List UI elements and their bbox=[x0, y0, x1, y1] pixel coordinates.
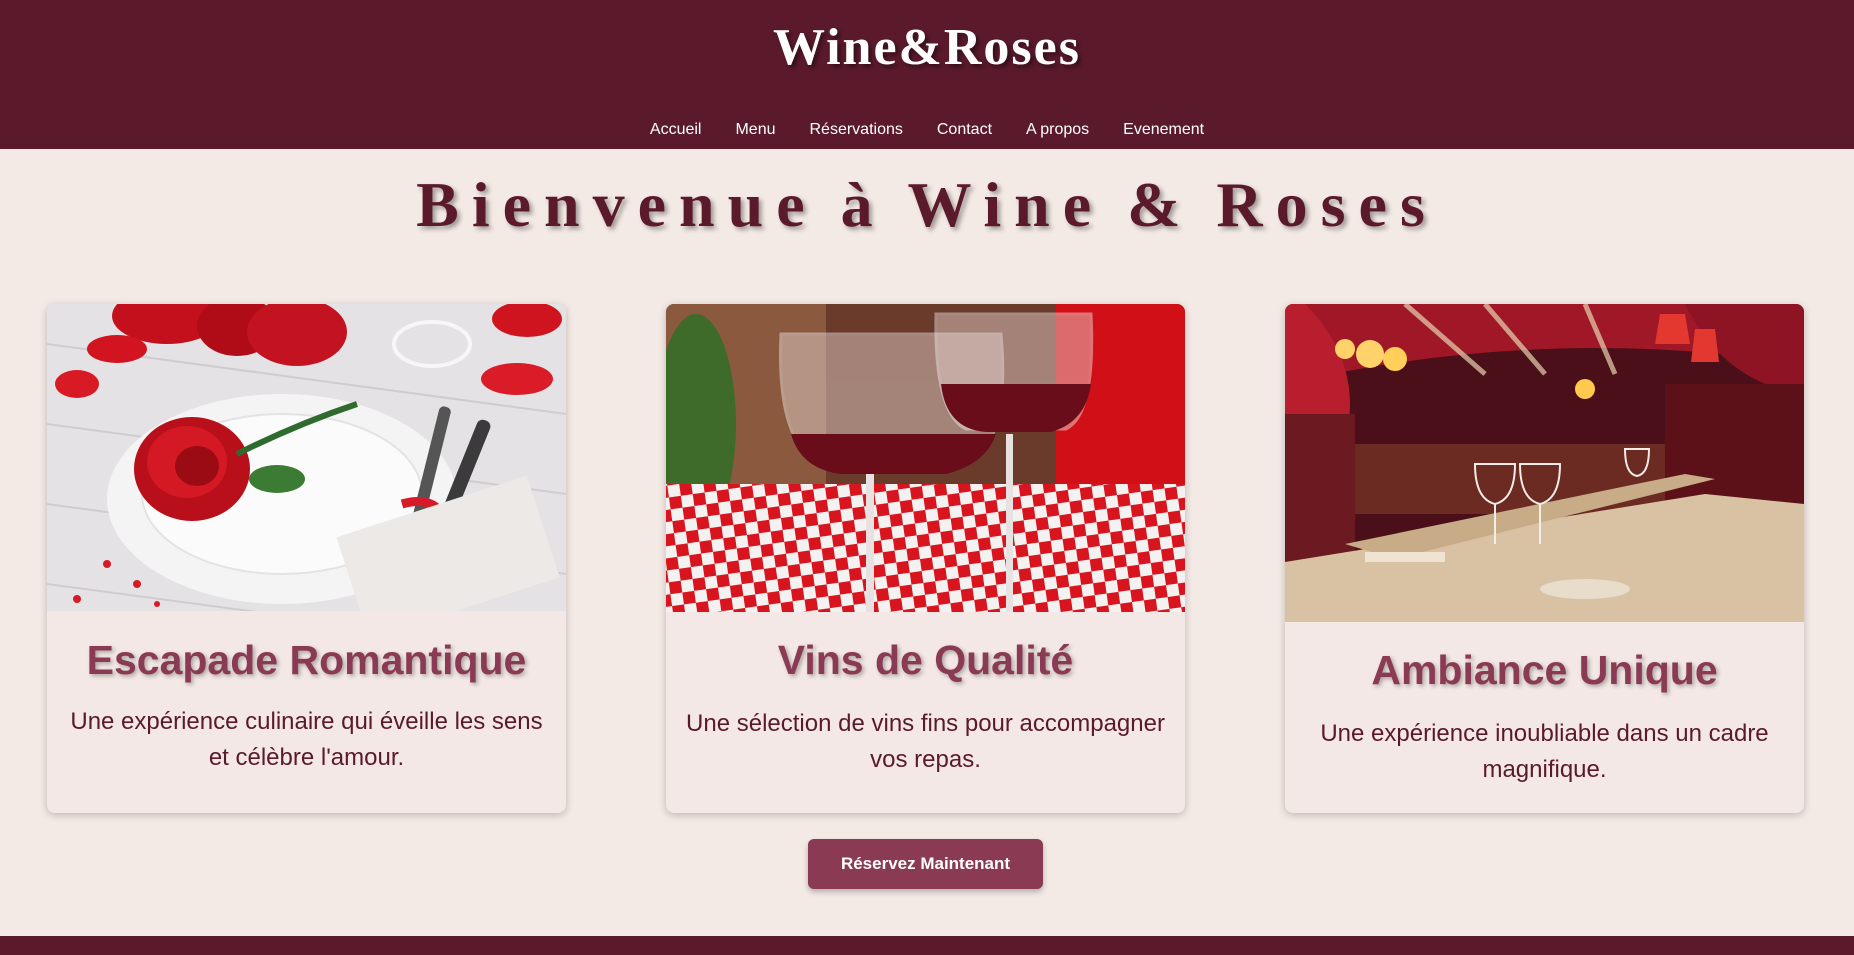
feature-card-ambiance: Ambiance Unique Une expérience inoubliab… bbox=[1285, 304, 1804, 813]
nav-link-a-propos[interactable]: A propos bbox=[1026, 119, 1089, 141]
restaurant-interior-image bbox=[1285, 304, 1804, 622]
feature-card-wines: Vins de Qualité Une sélection de vins fi… bbox=[666, 304, 1185, 813]
main-nav: Accueil Menu Réservations Contact A prop… bbox=[0, 119, 1854, 141]
card-title: Ambiance Unique bbox=[1371, 647, 1718, 693]
card-description: Une expérience culinaire qui éveille les… bbox=[70, 708, 543, 771]
card-title: Vins de Qualité bbox=[777, 637, 1074, 683]
site-header: Wine&Roses Accueil Menu Réservations Con… bbox=[0, 0, 1854, 149]
nav-link-contact[interactable]: Contact bbox=[937, 119, 992, 141]
reserve-now-button[interactable]: Réservez Maintenant bbox=[808, 839, 1043, 889]
feature-card-romance: Escapade Romantique Une expérience culin… bbox=[47, 304, 566, 813]
nav-link-reservations[interactable]: Réservations bbox=[810, 119, 903, 141]
nav-link-evenement[interactable]: Evenement bbox=[1123, 119, 1204, 141]
wine-glasses-image bbox=[666, 304, 1185, 612]
card-description: Une sélection de vins fins pour accompag… bbox=[686, 710, 1165, 773]
site-footer bbox=[0, 936, 1854, 955]
card-title: Escapade Romantique bbox=[86, 637, 527, 683]
nav-link-accueil[interactable]: Accueil bbox=[650, 119, 702, 141]
card-description: Une expérience inoubliable dans un cadre… bbox=[1320, 720, 1769, 783]
brand-logo[interactable]: Wine&Roses bbox=[0, 18, 1854, 77]
rose-plate-image bbox=[47, 304, 566, 611]
hero-title: Bienvenue à Wine & Roses bbox=[416, 169, 1438, 240]
nav-link-menu[interactable]: Menu bbox=[735, 119, 775, 141]
